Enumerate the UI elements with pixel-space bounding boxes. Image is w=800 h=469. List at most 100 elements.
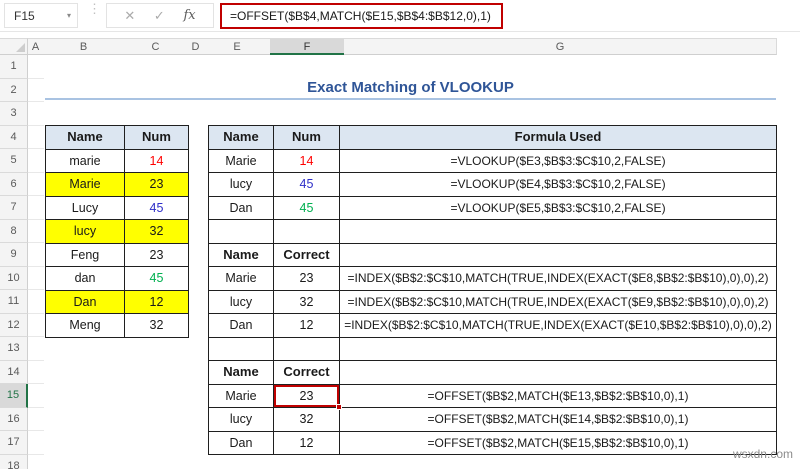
gridline-stub [28,124,44,126]
name-cell[interactable]: Marie [209,384,274,408]
empty-cell[interactable] [274,220,340,244]
row-header-6[interactable]: 6 [0,172,28,196]
enter-icon[interactable]: ✓ [154,8,165,24]
formula-cell[interactable]: =INDEX($B$2:$C$10,MATCH(TRUE,INDEX(EXACT… [340,267,777,291]
formula-bar-separator-dots-icon: ⋮ [88,1,101,16]
row-header-15[interactable]: 15 [0,384,28,408]
column-header-G[interactable]: G [344,38,777,55]
num-cell[interactable]: 32 [125,314,189,338]
name-cell[interactable]: lucy [209,290,274,314]
name-cell[interactable]: Dan [209,196,274,220]
name-box[interactable]: F15 ▾ [4,3,78,28]
row-header-10[interactable]: 10 [0,266,28,290]
row-header-11[interactable]: 11 [0,290,28,314]
name-cell[interactable]: Lucy [46,196,125,220]
num-cell[interactable]: 14 [274,149,340,173]
row-header-7[interactable]: 7 [0,196,28,220]
formula-cell[interactable]: =VLOOKUP($E4,$B$3:$C$10,2,FALSE) [340,173,777,197]
formula-cell[interactable]: =VLOOKUP($E3,$B$3:$C$10,2,FALSE) [340,149,777,173]
row-header-2[interactable]: 2 [0,78,28,102]
fill-handle[interactable] [336,404,342,410]
left-header-num[interactable]: Num [125,126,189,150]
formula-cell[interactable]: =OFFSET($B$2,MATCH($E14,$B$2:$B$10,0),1) [340,408,777,432]
column-header-E[interactable]: E [204,38,271,55]
name-cell[interactable]: Dan [209,431,274,455]
name-cell[interactable]: Dan [46,290,125,314]
section-header-formula[interactable] [340,243,777,267]
selected-cell-F15[interactable]: 23 [274,384,342,410]
name-cell[interactable]: lucy [209,173,274,197]
empty-cell[interactable] [274,337,340,361]
name-cell[interactable]: Feng [46,243,125,267]
formula-cell[interactable]: =OFFSET($B$2,MATCH($E15,$B$2:$B$10,0),1) [340,431,777,455]
left-header-name[interactable]: Name [46,126,125,150]
section-header-name[interactable]: Name [209,243,274,267]
num-cell[interactable]: 32 [274,408,340,432]
num-cell[interactable]: 45 [274,196,340,220]
name-cell[interactable]: dan [46,267,125,291]
name-cell[interactable]: Marie [209,267,274,291]
formula-cell[interactable]: =VLOOKUP($E5,$B$3:$C$10,2,FALSE) [340,196,777,220]
name-cell[interactable]: lucy [46,220,125,244]
row-header-9[interactable]: 9 [0,243,28,267]
section-header-num[interactable]: Num [274,126,340,150]
empty-cell[interactable] [340,337,777,361]
row-header-5[interactable]: 5 [0,149,28,173]
row-header-1[interactable]: 1 [0,55,28,79]
num-cell[interactable]: 12 [125,290,189,314]
name-cell[interactable]: lucy [209,408,274,432]
gridline-stub [28,101,44,102]
row-header-3[interactable]: 3 [0,102,28,126]
name-box-dropdown-icon[interactable]: ▾ [67,11,77,20]
section-header-formula[interactable]: Formula Used [340,126,777,150]
name-cell[interactable]: Dan [209,314,274,338]
formula-cell[interactable]: =INDEX($B$2:$C$10,MATCH(TRUE,INDEX(EXACT… [340,314,777,338]
cancel-icon[interactable]: ✕ [124,8,135,24]
empty-cell[interactable] [209,220,274,244]
gridline-stub [28,289,44,290]
empty-cell[interactable] [209,337,274,361]
insert-function-icon[interactable]: fx [183,8,195,23]
formula-input[interactable]: =OFFSET($B$4,MATCH($E15,$B$4:$B$12,0),1) [220,3,503,29]
num-cell[interactable]: 45 [125,267,189,291]
row-header-12[interactable]: 12 [0,313,28,337]
row-header-8[interactable]: 8 [0,219,28,243]
name-cell[interactable]: marie [46,149,125,173]
row-header-13[interactable]: 13 [0,337,28,361]
row-header-16[interactable]: 16 [0,407,28,431]
name-cell[interactable]: Marie [46,173,125,197]
column-header-D[interactable]: D [187,38,205,55]
num-cell[interactable]: 23 [125,173,189,197]
column-header-A[interactable]: A [28,38,44,55]
row-header-18[interactable]: 18 [0,454,28,469]
section-header-name[interactable]: Name [209,361,274,385]
section-header-num[interactable]: Correct [274,361,340,385]
section-header-num[interactable]: Correct [274,243,340,267]
cell-reference: F15 [14,8,35,23]
row-header-17[interactable]: 17 [0,431,28,455]
empty-cell[interactable] [340,220,777,244]
num-cell[interactable]: 23 [125,243,189,267]
column-header-B[interactable]: B [43,38,125,55]
formula-cell[interactable]: =OFFSET($B$2,MATCH($E13,$B$2:$B$10,0),1) [340,384,777,408]
name-cell[interactable]: Meng [46,314,125,338]
gridline-stub [28,195,44,196]
excel-window: F15 ▾ ⋮ ✕ ✓ fx =OFFSET($B$4,MATCH($E15,$… [0,0,800,469]
num-cell[interactable]: 45 [125,196,189,220]
num-cell[interactable]: 12 [274,314,340,338]
num-cell[interactable]: 23 [274,267,340,291]
num-cell[interactable]: 12 [274,431,340,455]
name-cell[interactable]: Marie [209,149,274,173]
num-cell[interactable]: 45 [274,173,340,197]
num-cell[interactable]: 32 [274,290,340,314]
select-all-corner[interactable] [0,38,28,55]
row-header-14[interactable]: 14 [0,360,28,384]
column-header-F[interactable]: F [270,38,345,55]
num-cell[interactable]: 14 [125,149,189,173]
num-cell[interactable]: 32 [125,220,189,244]
section-header-formula[interactable] [340,361,777,385]
formula-cell[interactable]: =INDEX($B$2:$C$10,MATCH(TRUE,INDEX(EXACT… [340,290,777,314]
column-header-C[interactable]: C [124,38,188,55]
row-header-4[interactable]: 4 [0,125,28,149]
section-header-name[interactable]: Name [209,126,274,150]
